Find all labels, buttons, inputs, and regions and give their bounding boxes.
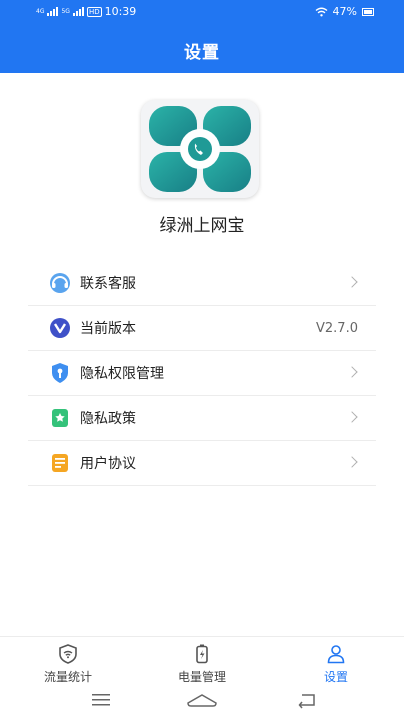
battery-percent: 47% <box>332 5 357 18</box>
flower-logo-icon <box>149 106 251 192</box>
tab-traffic-stats[interactable]: 流量统计 <box>18 643 118 685</box>
customer-service-icon <box>50 273 70 293</box>
wifi-icon <box>315 7 327 16</box>
settings-menu: 联系客服 当前版本 V2.7.0 隐私权限管理 隐私政策 用户协议 <box>28 261 376 486</box>
menu-item-contact-service[interactable]: 联系客服 <box>28 261 376 306</box>
back-icon[interactable] <box>297 691 317 709</box>
status-time: 10:39 <box>104 5 137 18</box>
app-name: 绿洲上网宝 <box>159 216 245 236</box>
home-icon[interactable] <box>186 691 218 709</box>
privacy-shield-icon <box>52 363 68 383</box>
menu-item-version[interactable]: 当前版本 V2.7.0 <box>28 306 376 351</box>
menu-label-privacy-policy: 隐私政策 <box>80 411 136 427</box>
tab-power-management[interactable]: 电量管理 <box>152 643 252 685</box>
version-value: V2.7.0 <box>316 320 358 336</box>
tab-label-traffic-stats: 流量统计 <box>43 670 92 684</box>
chevron-right-icon <box>346 411 358 423</box>
status-bar: 4G 5G HD 10:39 47% <box>0 0 404 24</box>
menu-item-privacy-permission[interactable]: 隐私权限管理 <box>28 351 376 396</box>
page-title: 设置 <box>184 43 220 63</box>
chevron-right-icon <box>346 276 358 288</box>
chevron-right-icon <box>346 456 358 468</box>
battery-icon <box>362 7 374 16</box>
menu-label-privacy-permission: 隐私权限管理 <box>80 366 164 382</box>
agreement-icon <box>52 454 68 472</box>
menu-icon[interactable] <box>91 691 111 709</box>
network-type-2: 5G <box>61 7 70 15</box>
person-icon <box>327 645 345 664</box>
tab-label-settings: 设置 <box>323 670 348 684</box>
signal-icon-2 <box>72 7 84 16</box>
menu-item-privacy-policy[interactable]: 隐私政策 <box>28 396 376 441</box>
tab-settings[interactable]: 设置 <box>286 643 386 685</box>
chevron-right-icon <box>346 366 358 378</box>
tab-label-power-management: 电量管理 <box>177 670 226 684</box>
policy-icon <box>52 409 68 427</box>
menu-label-user-agreement: 用户协议 <box>80 456 136 472</box>
version-icon <box>50 318 70 338</box>
hd-badge: HD <box>86 6 102 17</box>
menu-label-version: 当前版本 <box>80 321 136 337</box>
battery-charge-icon <box>196 644 208 664</box>
network-type-1: 4G <box>36 7 45 15</box>
app-logo <box>141 100 259 198</box>
app-header: 4G 5G HD 10:39 47% 设置 <box>0 0 404 73</box>
shield-wifi-icon <box>59 644 77 664</box>
menu-item-user-agreement[interactable]: 用户协议 <box>28 441 376 486</box>
bottom-tab-bar: 流量统计 电量管理 设置 <box>0 636 404 686</box>
signal-icon <box>47 7 59 16</box>
system-nav-bar <box>0 686 404 719</box>
menu-label-contact-service: 联系客服 <box>80 276 136 292</box>
